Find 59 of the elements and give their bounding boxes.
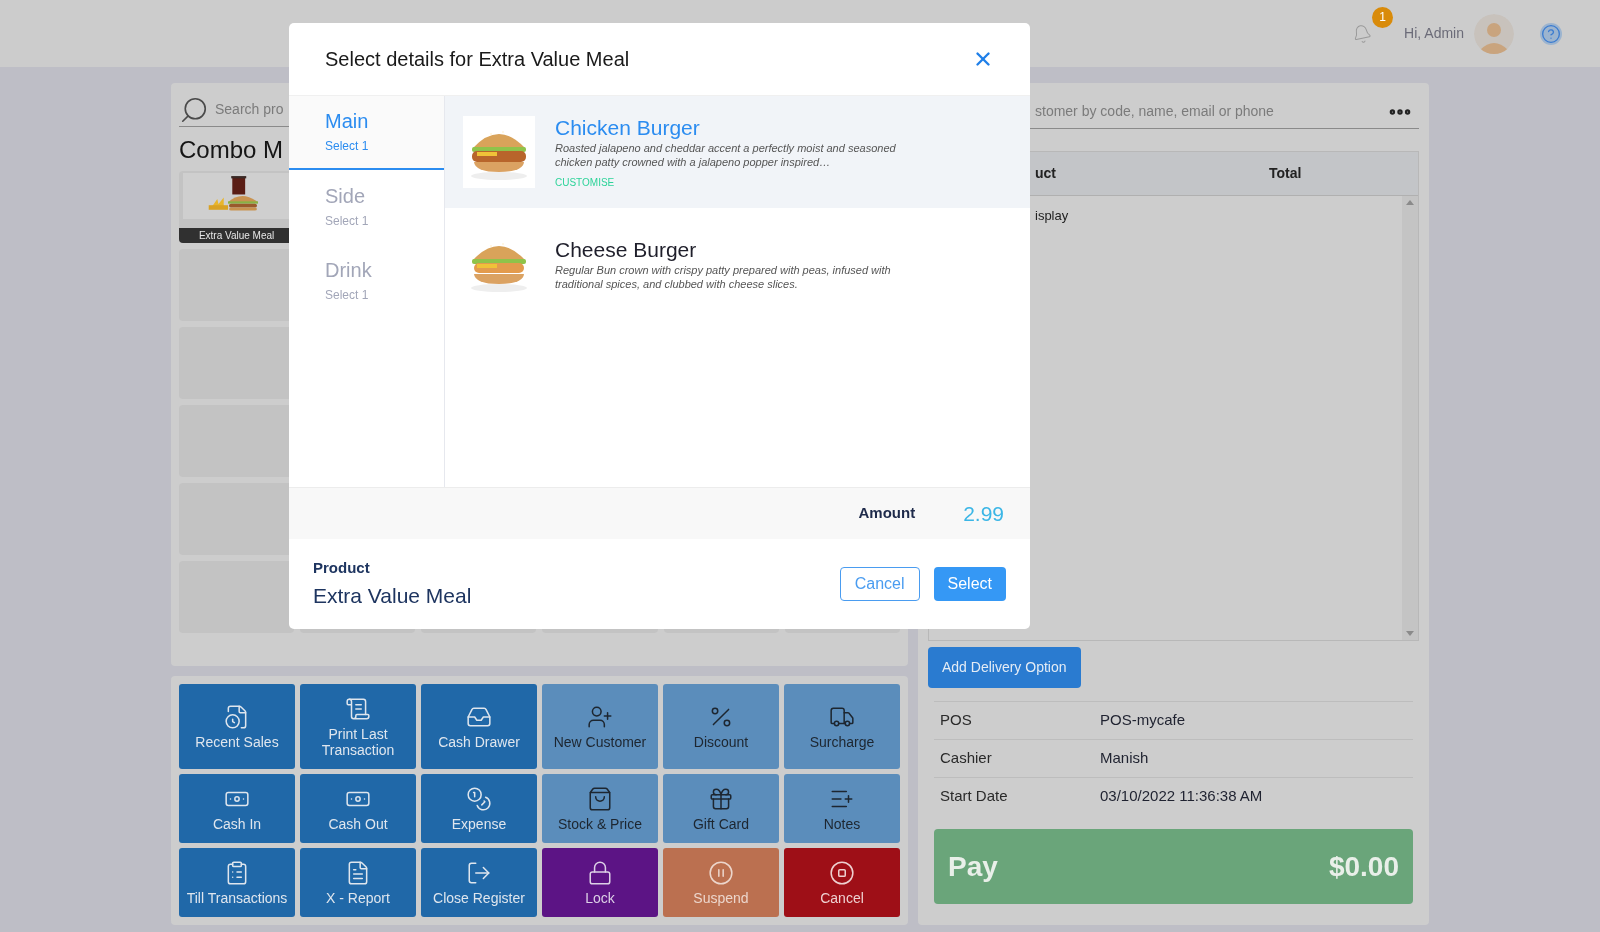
action-button[interactable]: Discount [663,684,779,769]
info-value: POS-mycafe [1100,710,1186,731]
help-icon[interactable] [1540,22,1562,45]
action-button[interactable]: Lock [542,848,658,917]
action-button[interactable]: Till Transactions [179,848,295,917]
action-button[interactable]: Cash In [179,774,295,843]
product-name: Extra Value Meal [313,582,472,609]
modal-title: Select details for Extra Value Meal [325,47,630,72]
notification-count: 1 [1372,6,1394,28]
option-name: Chicken Burger [555,114,701,141]
avatar[interactable] [1474,13,1514,54]
action-button[interactable]: Expense [421,774,537,843]
pay-button[interactable]: Pay $0.00 [934,829,1413,904]
product-search-field[interactable]: Search pro [215,99,291,120]
info-value: 03/10/2022 11:36:38 AM [1100,786,1263,807]
amount-value: 2.99 [963,500,1004,527]
customer-search-field[interactable]: stomer by code, name, email or phone [1035,101,1387,122]
lock-icon [587,859,613,886]
select-button[interactable]: Select [933,567,1006,601]
action-button[interactable]: Cash Out [300,774,416,843]
action-button[interactable]: New Customer [542,684,658,769]
option-row[interactable]: Chicken Burger Roasted jalapeno and cheddar accent a perfectly moist and seasoned chicken patty crowned with a jalapeno popper inspired… CUSTOMISE [445,96,1030,208]
exit-icon [466,859,492,886]
action-button[interactable]: Gift Card [663,774,779,843]
scroll-up-icon[interactable] [1406,200,1414,205]
amount-label: Amount [858,503,916,524]
action-button[interactable]: Suspend [663,848,779,917]
info-label: Start Date [940,786,1009,807]
category-tab[interactable]: Main Select 1 [289,96,444,170]
add-delivery-button[interactable]: Add Delivery Option [928,647,1081,688]
info-value: Manish [1100,748,1149,769]
column-header: uct [1034,164,1057,183]
info-label: POS [940,710,973,731]
action-button[interactable]: Cancel [784,848,900,917]
action-button[interactable]: X - Report [300,848,416,917]
column-header: Total [1269,164,1302,183]
info-label: Cashier [940,748,993,769]
action-button[interactable]: Print Last Transaction [300,684,416,769]
action-button[interactable]: Cash Drawer [421,684,537,769]
cancel-button[interactable]: Cancel [839,567,920,601]
bag-icon [587,785,613,812]
option-name: Cheese Burger [555,237,698,263]
action-button[interactable]: Stock & Price [542,774,658,843]
option-description: Roasted jalapeno and cheddar accent a perfectly moist and seasoned chicken patty crowned with a jalapeno popper inspired… [555,140,897,169]
action-button[interactable]: Notes [784,774,900,843]
action-button[interactable]: Close Register [421,848,537,917]
scroll-icon [345,695,371,722]
greeting: Hi, Admin [1404,24,1464,43]
option-description: Regular Bun crown with crispy patty prepared with peas, infused with traditional spices, and clubbed with cheese slices. [555,263,892,291]
category-tab[interactable]: Drink Select 1 [289,244,444,318]
category-title: Combo M [179,135,284,165]
scroll-down-icon[interactable] [1406,631,1414,636]
pause-icon [708,859,734,886]
action-button[interactable]: Surcharge [784,684,900,769]
stop-icon [829,859,855,886]
product-label: Product [313,558,371,578]
coins-icon [466,785,492,812]
action-button[interactable]: Recent Sales [179,684,295,769]
table-cell-text: isplay [1034,207,1070,225]
